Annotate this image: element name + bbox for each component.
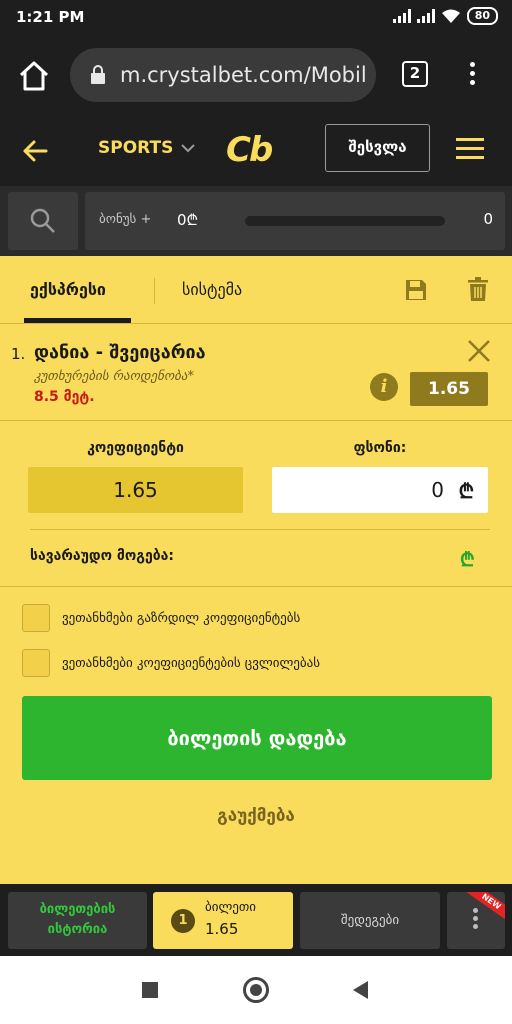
search-icon	[30, 208, 55, 233]
battery-icon: 80	[466, 7, 498, 25]
hamburger-menu-icon[interactable]	[456, 138, 484, 162]
results-button[interactable]: შედეგები	[300, 892, 440, 949]
tab-switcher-button[interactable]: 2	[402, 61, 428, 87]
cancel-button[interactable]: გაუქმება	[0, 806, 512, 826]
active-tab-indicator	[24, 318, 131, 323]
android-nav-bar	[0, 956, 512, 1024]
coefficient-value: 1.65	[28, 467, 243, 513]
tab-divider	[154, 278, 155, 304]
bet-market: კუთხურების რაოდენობა*	[34, 369, 194, 384]
accept-increased-odds-checkbox[interactable]	[22, 604, 50, 632]
coefficient-label: კოეფიციენტი	[87, 440, 184, 456]
betslip-button[interactable]: 1 ბილეთი 1.65	[153, 892, 293, 949]
more-button[interactable]: NEW	[447, 892, 505, 949]
info-icon[interactable]: i	[370, 373, 398, 401]
status-icons: 80	[392, 7, 498, 25]
accept-increased-odds-label: ვეთანხმები გაზრდილ კოეფიციენტებს	[62, 610, 301, 626]
tab-system[interactable]: სისტემა	[182, 280, 242, 299]
search-button[interactable]	[8, 192, 78, 250]
ticket-count-badge: 1	[171, 909, 195, 933]
back-nav-icon[interactable]	[353, 981, 368, 999]
lari-icon: ₾	[458, 479, 474, 503]
site-header: SPORTS Cb შესვლა	[0, 116, 512, 186]
signal-icon	[416, 9, 435, 23]
home-icon[interactable]	[16, 58, 52, 94]
signal-icon	[392, 9, 411, 23]
login-button[interactable]: შესვლა	[325, 124, 430, 172]
chevron-down-icon	[181, 144, 196, 153]
ticket-history-line1: ბილეთების	[39, 902, 116, 917]
sports-label: SPORTS	[98, 138, 174, 158]
ticket-label: ბილეთი	[205, 900, 257, 915]
recents-icon[interactable]	[142, 982, 158, 998]
bet-index: 1.	[11, 345, 26, 363]
ticket-odd: 1.65	[205, 920, 239, 938]
bet-item: 1. დანია - შვეიცარია კუთხურების რაოდენობ…	[0, 325, 512, 421]
trash-icon[interactable]	[467, 276, 489, 302]
browser-menu-icon[interactable]	[462, 58, 482, 94]
bet-odd-badge: 1.65	[410, 372, 488, 406]
accept-increased-odds-option[interactable]: ვეთანხმები გაზრდილ კოეფიციენტებს	[22, 604, 300, 632]
status-bar: 1:21 PM 80	[0, 0, 512, 34]
divider	[0, 586, 512, 587]
bonus-progress-bar	[245, 216, 445, 226]
new-tag: NEW	[462, 892, 505, 925]
stake-input[interactable]: 0 ₾	[272, 467, 488, 513]
bonus-amount: 0₾	[177, 211, 199, 229]
stake-label: ფსონი:	[353, 440, 407, 456]
accept-odds-change-option[interactable]: ვეთანხმები კოეფიციენტების ცვლილებას	[22, 649, 320, 677]
divider	[30, 529, 490, 530]
status-time: 1:21 PM	[16, 8, 85, 26]
back-arrow-icon[interactable]	[20, 136, 50, 166]
place-bet-button[interactable]: ბილეთის დადება	[22, 696, 492, 780]
lock-icon	[91, 65, 105, 84]
crystalbet-logo[interactable]: Cb	[226, 130, 273, 170]
betslip-tabs: ექსპრესი სისტემა	[0, 256, 512, 324]
stake-value: 0	[431, 478, 444, 502]
ticket-history-line2: ისტორია	[47, 922, 108, 937]
wifi-icon	[441, 9, 460, 23]
bonus-count: 0	[483, 210, 493, 228]
url-text: m.crystalbet.com/Mobil	[120, 63, 367, 87]
possible-win-label: სავარაუდო მოგება:	[30, 548, 174, 564]
lari-icon: ₾	[460, 549, 475, 571]
bet-selection: 8.5 მეტ.	[34, 389, 95, 405]
more-vertical-icon	[473, 908, 478, 932]
ticket-history-button[interactable]: ბილეთების ისტორია	[8, 892, 147, 949]
browser-toolbar: m.crystalbet.com/Mobil 2	[0, 34, 512, 116]
search-bonus-row: ბონუს + 0₾ 0	[0, 186, 512, 256]
save-icon[interactable]	[404, 278, 428, 302]
bottom-bar: ბილეთების ისტორია 1 ბილეთი 1.65 შედეგები…	[0, 884, 512, 956]
bonus-label: ბონუს +	[99, 212, 152, 227]
remove-bet-icon[interactable]	[466, 338, 492, 364]
sports-dropdown[interactable]: SPORTS	[98, 138, 196, 158]
tab-express[interactable]: ექსპრესი	[30, 280, 106, 299]
accept-odds-change-checkbox[interactable]	[22, 649, 50, 677]
accept-odds-change-label: ვეთანხმები კოეფიციენტების ცვლილებას	[62, 655, 321, 671]
address-bar[interactable]: m.crystalbet.com/Mobil	[70, 48, 376, 102]
bet-match: დანია - შვეიცარია	[34, 342, 206, 363]
bonus-panel[interactable]: ბონუს + 0₾ 0	[85, 192, 505, 250]
home-nav-icon[interactable]	[243, 977, 269, 1003]
